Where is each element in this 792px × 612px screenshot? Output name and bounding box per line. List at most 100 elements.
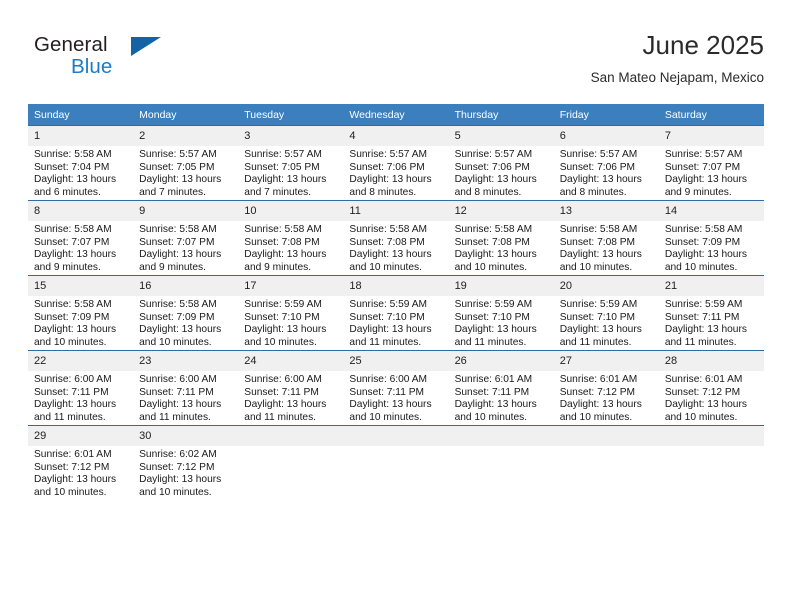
calendar-day-cell[interactable]: 13 Sunrise: 5:58 AM Sunset: 7:08 PM Dayligh… [553,200,659,276]
calendar-day-cell[interactable]: 26 Sunrise: 6:01 AM Sunset: 7:11 PM Dayligh… [448,350,554,426]
calendar-day-cell[interactable]: 3 Sunrise: 5:57 AM Sunset: 7:05 PM Daylight… [238,125,344,201]
day-details: Sunrise: 5:59 AM Sunset: 7:10 PM Daylight:… [343,296,448,349]
day-details: Sunrise: 5:59 AM Sunset: 7:10 PM Daylight:… [554,296,659,349]
sunset-text: Sunset: 7:04 PM [34,161,110,173]
calendar-day-cell[interactable]: 8 Sunrise: 5:58 AM Sunset: 7:07 PM Daylight… [28,200,134,276]
calendar-day-cell[interactable]: 25 Sunrise: 6:00 AM Sunset: 7:11 PM Dayligh… [343,350,449,426]
day-number: 16 [133,276,239,296]
day-details: Sunrise: 5:58 AM Sunset: 7:09 PM Daylight:… [659,221,764,274]
calendar-week-row: 1 Sunrise: 5:58 AM Sunset: 7:04 PM Daylight… [28,125,764,201]
daylight-text: Daylight: 13 hours and 9 minutes. [139,249,222,273]
day-number: 13 [553,201,659,221]
sunrise-text: Sunrise: 5:59 AM [349,299,428,310]
calendar-week-row: 8 Sunrise: 5:58 AM Sunset: 7:07 PM Daylight… [28,200,764,276]
calendar-day-cell[interactable]: 10 Sunrise: 5:58 AM Sunset: 7:08 PM Dayligh… [238,200,344,276]
calendar-page: General Blue June 2025 San Mateo Nejapam… [0,0,792,612]
calendar-day-cell[interactable]: 22 Sunrise: 6:00 AM Sunset: 7:11 PM Dayligh… [28,350,134,426]
calendar-header-row: Sunday Monday Tuesday Wednesday Thursday… [28,104,764,126]
calendar-day-cell[interactable]: 21 Sunrise: 5:59 AM Sunset: 7:11 PM Dayligh… [658,275,764,351]
calendar-day-cell[interactable]: 17 Sunrise: 5:59 AM Sunset: 7:10 PM Dayligh… [238,275,344,351]
calendar-day-cell[interactable]: 4 Sunrise: 5:57 AM Sunset: 7:06 PM Daylight… [343,125,449,201]
calendar-day-cell[interactable]: 5 Sunrise: 5:57 AM Sunset: 7:06 PM Daylight… [448,125,554,201]
sunset-text: Sunset: 7:12 PM [34,461,110,473]
day-details: Sunrise: 5:58 AM Sunset: 7:09 PM Daylight:… [28,296,133,349]
calendar-day-cell[interactable]: 6 Sunrise: 5:57 AM Sunset: 7:06 PM Daylight… [553,125,659,201]
sunrise-text: Sunrise: 5:58 AM [34,299,112,310]
calendar-body: 1 Sunrise: 5:58 AM Sunset: 7:04 PM Daylight… [28,125,764,500]
sunrise-text: Sunrise: 5:57 AM [349,149,428,160]
daylight-text: Daylight: 13 hours and 11 minutes. [244,399,327,423]
sunset-text: Sunset: 7:06 PM [349,161,425,173]
daylight-text: Daylight: 13 hours and 11 minutes. [34,399,117,423]
sunrise-text: Sunrise: 5:58 AM [244,224,322,235]
daylight-text: Daylight: 13 hours and 10 minutes. [559,249,642,273]
day-number [448,426,554,446]
day-number: 7 [658,126,764,146]
day-number: 4 [343,126,449,146]
daylight-text: Daylight: 13 hours and 9 minutes. [34,249,117,273]
sunset-text: Sunset: 7:11 PM [244,386,319,398]
calendar-day-cell[interactable]: 11 Sunrise: 5:58 AM Sunset: 7:08 PM Dayligh… [343,200,449,276]
day-details: Sunrise: 6:00 AM Sunset: 7:11 PM Daylight:… [343,371,448,424]
day-details: Sunrise: 5:57 AM Sunset: 7:05 PM Daylight:… [238,146,343,199]
calendar-day-cell[interactable]: 29 Sunrise: 6:01 AM Sunset: 7:12 PM Dayligh… [28,425,134,500]
sunset-text: Sunset: 7:11 PM [34,386,109,398]
sunrise-text: Sunrise: 6:01 AM [34,449,112,460]
calendar-day-cell[interactable]: 14 Sunrise: 5:58 AM Sunset: 7:09 PM Dayligh… [658,200,764,276]
calendar-day-cell[interactable]: 15 Sunrise: 5:58 AM Sunset: 7:09 PM Dayligh… [28,275,134,351]
day-number: 21 [658,276,764,296]
sunset-text: Sunset: 7:10 PM [349,311,425,323]
calendar-day-cell[interactable]: 19 Sunrise: 5:59 AM Sunset: 7:10 PM Dayligh… [448,275,554,351]
brand-logo[interactable]: General Blue [34,34,209,86]
triangle-logo-icon [131,37,161,56]
daylight-text: Daylight: 13 hours and 10 minutes. [454,399,537,423]
day-number: 8 [28,201,134,221]
daylight-text: Daylight: 13 hours and 7 minutes. [139,174,222,198]
sunrise-text: Sunrise: 5:58 AM [139,224,217,235]
calendar-day-cell[interactable]: 7 Sunrise: 5:57 AM Sunset: 7:07 PM Daylight… [658,125,764,201]
day-number: 25 [343,351,449,371]
daylight-text: Daylight: 13 hours and 10 minutes. [559,399,642,423]
day-details: Sunrise: 5:58 AM Sunset: 7:09 PM Daylight:… [133,296,238,349]
sunset-text: Sunset: 7:12 PM [139,461,215,473]
page-header: General Blue June 2025 San Mateo Nejapam… [28,28,764,96]
weekday-header-sunday: Sunday [28,104,134,126]
sunrise-text: Sunrise: 5:57 AM [139,149,217,160]
day-number: 5 [448,126,554,146]
calendar-day-cell[interactable]: 20 Sunrise: 5:59 AM Sunset: 7:10 PM Dayligh… [553,275,659,351]
calendar-week-row: 15 Sunrise: 5:58 AM Sunset: 7:09 PM Dayligh… [28,275,764,351]
day-details: Sunrise: 5:57 AM Sunset: 7:07 PM Daylight:… [659,146,764,199]
calendar-day-cell[interactable]: 1 Sunrise: 5:58 AM Sunset: 7:04 PM Daylight… [28,125,134,201]
day-number: 28 [658,351,764,371]
day-details: Sunrise: 5:58 AM Sunset: 7:08 PM Daylight:… [238,221,343,274]
calendar-day-cell[interactable]: 18 Sunrise: 5:59 AM Sunset: 7:10 PM Dayligh… [343,275,449,351]
sunset-text: Sunset: 7:11 PM [349,386,424,398]
calendar-day-cell[interactable]: 23 Sunrise: 6:00 AM Sunset: 7:11 PM Dayligh… [133,350,239,426]
daylight-text: Daylight: 13 hours and 8 minutes. [559,174,642,198]
calendar-day-cell[interactable]: 24 Sunrise: 6:00 AM Sunset: 7:11 PM Dayligh… [238,350,344,426]
day-details: Sunrise: 6:01 AM Sunset: 7:11 PM Daylight:… [449,371,554,424]
day-details: Sunrise: 5:57 AM Sunset: 7:05 PM Daylight:… [133,146,238,199]
sunset-text: Sunset: 7:10 PM [454,311,530,323]
sunset-text: Sunset: 7:07 PM [664,161,741,173]
day-number: 6 [553,126,659,146]
daylight-text: Daylight: 13 hours and 11 minutes. [349,324,432,348]
day-details: Sunrise: 5:58 AM Sunset: 7:08 PM Daylight:… [554,221,659,274]
sunset-text: Sunset: 7:08 PM [454,236,530,248]
calendar-day-cell[interactable]: 30 Sunrise: 6:02 AM Sunset: 7:12 PM Dayligh… [133,425,239,500]
title-block: June 2025 San Mateo Nejapam, Mexico [591,28,764,88]
day-number: 24 [238,351,344,371]
day-details: Sunrise: 5:59 AM Sunset: 7:11 PM Daylight:… [659,296,764,349]
sunset-text: Sunset: 7:05 PM [244,161,320,173]
sunrise-text: Sunrise: 5:57 AM [244,149,322,160]
sunrise-text: Sunrise: 5:58 AM [349,224,428,235]
calendar-day-cell[interactable]: 27 Sunrise: 6:01 AM Sunset: 7:12 PM Dayligh… [553,350,659,426]
calendar-day-cell[interactable]: 9 Sunrise: 5:58 AM Sunset: 7:07 PM Daylight… [133,200,239,276]
calendar-day-cell[interactable]: 16 Sunrise: 5:58 AM Sunset: 7:09 PM Dayligh… [133,275,239,351]
calendar-day-cell[interactable]: 12 Sunrise: 5:58 AM Sunset: 7:08 PM Dayligh… [448,200,554,276]
sunrise-text: Sunrise: 6:01 AM [664,374,743,385]
weekday-header-thursday: Thursday [448,104,554,126]
calendar-day-cell[interactable]: 2 Sunrise: 5:57 AM Sunset: 7:05 PM Daylight… [133,125,239,201]
sunrise-text: Sunrise: 6:01 AM [559,374,638,385]
calendar-day-cell[interactable]: 28 Sunrise: 6:01 AM Sunset: 7:12 PM Dayligh… [658,350,764,426]
